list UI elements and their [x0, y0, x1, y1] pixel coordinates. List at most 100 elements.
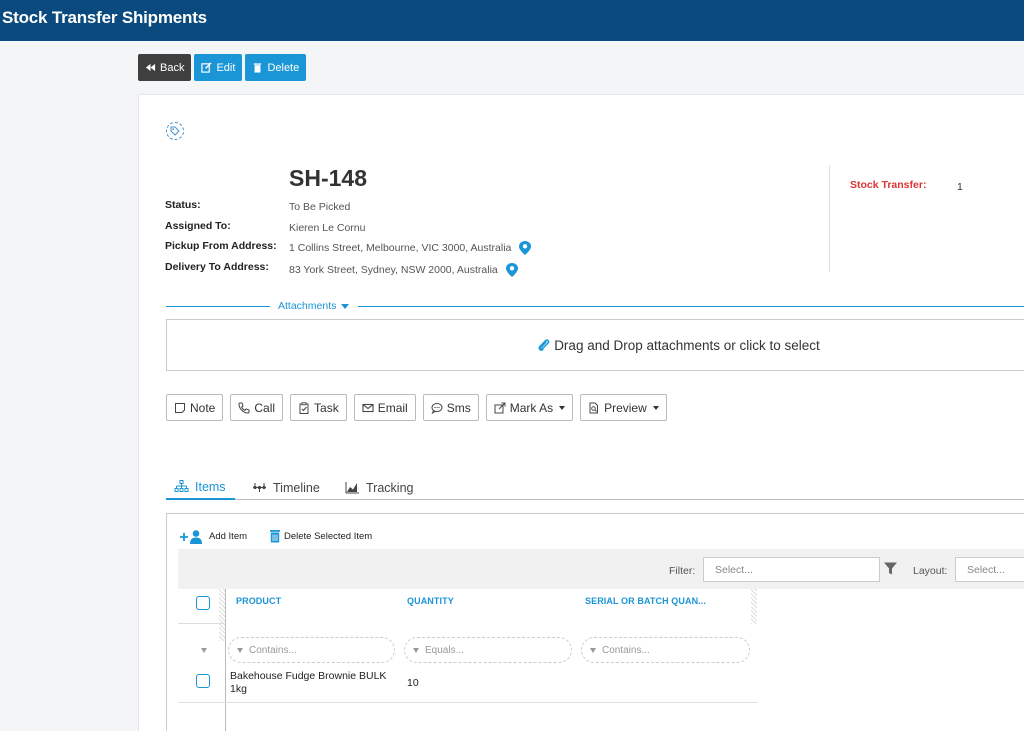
trash-icon	[254, 63, 262, 73]
layout-select[interactable]: Select...	[955, 557, 1024, 582]
note-label: Note	[190, 400, 216, 415]
caret-down-icon	[652, 405, 659, 410]
communication-bar: Note Call Task Email Sms Mark As Preview	[166, 394, 667, 421]
dropzone-text: Drag and Drop attachments or click to se…	[554, 337, 820, 353]
share-square-icon	[494, 402, 506, 413]
serial-filter-input[interactable]: Contains...	[581, 637, 750, 663]
filter-label: Filter:	[669, 565, 696, 577]
quantity-filter-placeholder: Equals...	[425, 644, 464, 656]
column-header-product[interactable]: PRODUCT	[236, 596, 281, 606]
tab-tracking[interactable]: Tracking	[345, 475, 413, 500]
sms-button[interactable]: Sms	[422, 394, 479, 421]
tab-items-label: Items	[195, 479, 226, 494]
attachments-label: Attachments	[278, 300, 337, 312]
filter-icon	[237, 647, 243, 653]
serial-filter-placeholder: Contains...	[602, 644, 650, 656]
delete-button[interactable]: Delete	[245, 54, 307, 81]
sitemap-icon	[174, 480, 189, 492]
filter-icon	[590, 647, 596, 653]
envelope-icon	[362, 403, 374, 412]
attachments-toggle[interactable]: Attachments	[278, 300, 350, 312]
product-filter-input[interactable]: Contains...	[228, 637, 395, 663]
note-button[interactable]: Note	[166, 394, 224, 421]
column-resize-handle[interactable]	[751, 589, 757, 624]
product-filter-placeholder: Contains...	[249, 644, 297, 656]
top-bar: Stock Transfer Shipments	[0, 0, 1024, 41]
row-divider	[178, 702, 758, 703]
pickup-address-label: Pickup From Address:	[165, 240, 277, 252]
tab-items[interactable]: Items	[166, 475, 235, 500]
assigned-to-text: Kieren Le Cornu	[289, 222, 366, 234]
chat-icon	[431, 402, 443, 414]
row-filter-icon	[201, 648, 207, 653]
clipboard-check-icon	[299, 401, 309, 414]
preview-button[interactable]: Preview	[580, 394, 667, 421]
shipment-number: SH-148	[289, 165, 367, 191]
paperclip-icon	[538, 339, 550, 351]
pickup-address-text: 1 Collins Street, Melbourne, VIC 3000, A…	[289, 242, 512, 254]
preview-label: Preview	[604, 400, 647, 415]
chart-area-icon	[345, 482, 359, 494]
back-button[interactable]: Back	[138, 54, 192, 81]
email-button[interactable]: Email	[353, 394, 416, 421]
call-label: Call	[254, 400, 276, 415]
edit-button[interactable]: Edit	[194, 54, 243, 81]
layout-label: Layout:	[913, 565, 948, 577]
add-item-label: Add Item	[209, 531, 248, 542]
frozen-column-divider	[225, 589, 226, 731]
add-item-button[interactable]: Add Item	[179, 529, 247, 544]
add-user-icon	[180, 530, 202, 544]
filter-select[interactable]: Select...	[703, 557, 880, 582]
rewind-icon	[145, 63, 156, 72]
delivery-address-value: 83 York Street, Sydney, NSW 2000, Austra…	[289, 263, 518, 277]
map-pin-icon[interactable]	[505, 263, 518, 277]
back-label: Back	[160, 61, 185, 74]
caret-down-icon	[559, 405, 566, 410]
status-label: Status:	[165, 199, 201, 211]
mark-as-label: Mark As	[509, 400, 554, 415]
note-icon	[175, 402, 185, 413]
filter-icon[interactable]	[884, 562, 897, 575]
select-all-checkbox[interactable]	[196, 596, 210, 610]
edit-icon	[201, 62, 213, 73]
assigned-to-label: Assigned To:	[165, 220, 231, 232]
document-search-icon	[589, 402, 599, 413]
call-button[interactable]: Call	[230, 394, 284, 421]
caret-down-icon	[341, 303, 350, 309]
page-title: Stock Transfer Shipments	[2, 8, 207, 27]
tab-tracking-label: Tracking	[366, 480, 414, 495]
delivery-address-label: Delivery To Address:	[165, 261, 269, 273]
grid-toolbar: Filter: Select... Layout: Select...	[178, 549, 1024, 589]
attachments-divider-right	[358, 306, 1024, 307]
mark-as-button[interactable]: Mark As	[485, 394, 574, 421]
column-header-quantity[interactable]: QUANTITY	[407, 596, 454, 606]
vertical-divider	[829, 165, 830, 272]
delete-label: Delete	[267, 61, 300, 74]
delete-selected-button[interactable]: Delete Selected Item	[269, 529, 372, 543]
map-pin-icon[interactable]	[519, 241, 532, 255]
record-card: SH-148 Status: To Be Picked Assigned To:…	[138, 94, 1024, 731]
sms-label: Sms	[446, 400, 471, 415]
filter-icon	[413, 647, 419, 653]
trash-icon	[270, 530, 280, 543]
email-label: Email	[377, 400, 408, 415]
stock-transfer-value[interactable]: 1	[957, 181, 963, 193]
quantity-filter-input[interactable]: Equals...	[404, 637, 572, 663]
phone-icon	[238, 402, 250, 414]
items-panel: Add Item Delete Selected Item Filter: Se…	[166, 513, 1024, 731]
tag-icon[interactable]	[166, 122, 184, 140]
attachment-dropzone[interactable]: Drag and Drop attachments or click to se…	[166, 319, 1024, 371]
assigned-to-value: Kieren Le Cornu	[289, 222, 365, 234]
edit-label: Edit	[216, 61, 236, 74]
stock-transfer-label: Stock Transfer:	[850, 179, 927, 191]
pickup-address-value: 1 Collins Street, Melbourne, VIC 3000, A…	[289, 241, 532, 255]
row-checkbox[interactable]	[196, 674, 210, 688]
delivery-address-text: 83 York Street, Sydney, NSW 2000, Austra…	[289, 264, 498, 276]
timeline-icon	[253, 483, 266, 492]
task-button[interactable]: Task	[290, 394, 347, 421]
column-header-serial[interactable]: SERIAL OR BATCH QUAN...	[585, 596, 706, 606]
quantity-cell: 10	[407, 677, 419, 689]
attachments-divider-left	[166, 306, 270, 307]
delete-selected-label: Delete Selected Item	[284, 530, 373, 542]
tab-timeline[interactable]: Timeline	[252, 475, 320, 500]
